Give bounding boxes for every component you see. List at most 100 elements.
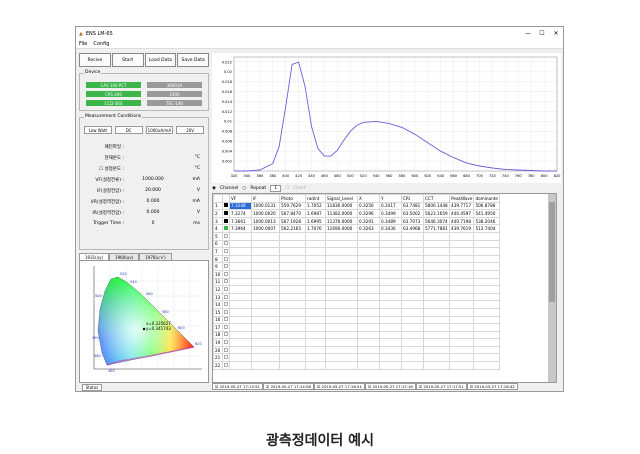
row-color-swatch[interactable] xyxy=(222,277,230,287)
table-cell[interactable] xyxy=(305,239,326,249)
table-cell[interactable] xyxy=(473,277,500,287)
table-cell[interactable] xyxy=(251,247,280,256)
table-cell[interactable] xyxy=(325,361,358,370)
table-cell[interactable] xyxy=(448,231,475,241)
table-cell[interactable] xyxy=(473,323,500,332)
table-cell[interactable] xyxy=(401,239,424,249)
table-row[interactable]: 14 xyxy=(213,300,500,309)
table-cell[interactable] xyxy=(379,239,402,249)
table-cell[interactable] xyxy=(305,330,326,340)
table-cell[interactable]: 1.7052 xyxy=(305,201,326,211)
table-cell[interactable] xyxy=(448,338,475,347)
table-cell[interactable]: 512.7404 xyxy=(473,224,500,233)
table-cell[interactable] xyxy=(305,247,326,256)
table-cell[interactable] xyxy=(279,285,306,294)
column-header[interactable] xyxy=(213,194,223,203)
table-cell[interactable] xyxy=(305,345,326,355)
table-cell[interactable]: 5646.3074 xyxy=(423,216,450,226)
table-cell[interactable] xyxy=(279,353,306,363)
table-cell[interactable] xyxy=(229,262,252,271)
table-cell[interactable] xyxy=(401,307,424,317)
table-cell[interactable] xyxy=(279,300,306,309)
table-cell[interactable] xyxy=(379,269,402,279)
row-color-swatch[interactable] xyxy=(222,307,230,317)
table-row[interactable]: 11 xyxy=(213,277,500,287)
table-cell[interactable] xyxy=(473,300,500,309)
table-cell[interactable] xyxy=(379,345,402,355)
table-cell[interactable] xyxy=(279,231,306,241)
table-row[interactable]: 8 xyxy=(213,254,500,264)
table-cell[interactable]: 1.6987 xyxy=(305,209,326,218)
table-cell[interactable]: 541.4950 xyxy=(473,209,500,218)
table-cell[interactable] xyxy=(279,323,306,332)
table-cell[interactable] xyxy=(357,330,380,340)
table-cell[interactable] xyxy=(473,292,500,302)
table-cell[interactable]: 0.3291 xyxy=(357,216,380,226)
chart-checkbox[interactable]: ☐ xyxy=(285,186,289,191)
table-cell[interactable] xyxy=(448,315,475,325)
table-cell[interactable] xyxy=(379,361,402,370)
table-cell[interactable] xyxy=(473,262,500,271)
table-cell[interactable]: 11376.0000 xyxy=(325,216,358,226)
table-cell[interactable] xyxy=(448,277,475,287)
table-cell[interactable] xyxy=(401,345,424,355)
table-cell[interactable] xyxy=(423,277,450,287)
table-row[interactable]: 9 xyxy=(213,262,500,271)
table-cell[interactable]: 1000.0007 xyxy=(251,224,280,233)
recive-button[interactable]: Recive xyxy=(79,53,111,67)
table-cell[interactable] xyxy=(473,239,500,249)
table-cell[interactable]: 5771.7881 xyxy=(423,224,450,233)
table-cell[interactable]: 567.8470 xyxy=(279,209,306,218)
column-header[interactable]: Y xyxy=(379,194,402,203)
column-header[interactable]: PeakWave xyxy=(448,194,475,203)
table-cell[interactable] xyxy=(305,315,326,325)
table-cell[interactable] xyxy=(448,330,475,340)
table-cell[interactable] xyxy=(473,315,500,325)
table-cell[interactable] xyxy=(325,338,358,347)
table-cell[interactable] xyxy=(279,345,306,355)
table-cell[interactable]: 11836.0000 xyxy=(325,201,358,211)
table-cell[interactable] xyxy=(473,345,500,355)
table-cell[interactable] xyxy=(423,307,450,317)
table-cell[interactable]: 0.3417 xyxy=(379,201,402,211)
table-cell[interactable] xyxy=(279,338,306,347)
row-color-swatch[interactable] xyxy=(222,285,230,294)
table-cell[interactable] xyxy=(401,315,424,325)
table-row[interactable]: 1 7.3248 1000.0131 559.7629 1.7052 11836.0000… xyxy=(213,201,500,211)
measurement-value[interactable]: 0.000 xyxy=(126,210,180,215)
table-cell[interactable] xyxy=(423,239,450,249)
row-color-swatch[interactable] xyxy=(222,269,230,279)
table-cell[interactable] xyxy=(423,247,450,256)
table-cell[interactable] xyxy=(401,323,424,332)
timestamp-tab[interactable]: ☑ 2019-05-27 17:17:51 xyxy=(415,383,467,390)
table-cell[interactable] xyxy=(325,323,358,332)
table-cell[interactable] xyxy=(325,307,358,317)
table-cell[interactable] xyxy=(251,231,280,241)
table-cell[interactable] xyxy=(251,269,280,279)
table-cell[interactable] xyxy=(401,330,424,340)
column-header[interactable]: VF xyxy=(229,194,252,203)
table-cell[interactable] xyxy=(325,277,358,287)
row-color-swatch[interactable] xyxy=(222,345,230,355)
table-cell[interactable] xyxy=(229,247,252,256)
table-cell[interactable] xyxy=(325,254,358,264)
table-cell[interactable] xyxy=(357,315,380,325)
table-cell[interactable]: 7.3248 xyxy=(229,201,252,211)
table-cell[interactable] xyxy=(357,231,380,241)
measurement-value[interactable]: 1000.000 xyxy=(126,177,180,182)
table-cell[interactable] xyxy=(357,277,380,287)
table-row[interactable]: 19 xyxy=(213,338,500,347)
row-color-swatch[interactable] xyxy=(222,247,230,256)
column-header[interactable]: CRI xyxy=(401,194,424,203)
table-cell[interactable] xyxy=(379,323,402,332)
table-row[interactable]: 15 xyxy=(213,307,500,317)
table-cell[interactable] xyxy=(423,269,450,279)
table-row[interactable]: 16 xyxy=(213,315,500,325)
status-button[interactable]: Status xyxy=(82,384,102,391)
table-cell[interactable] xyxy=(229,345,252,355)
table-cell[interactable] xyxy=(473,269,500,279)
table-cell[interactable] xyxy=(379,277,402,287)
table-cell[interactable] xyxy=(448,307,475,317)
table-cell[interactable] xyxy=(325,239,358,249)
table-cell[interactable] xyxy=(251,277,280,287)
